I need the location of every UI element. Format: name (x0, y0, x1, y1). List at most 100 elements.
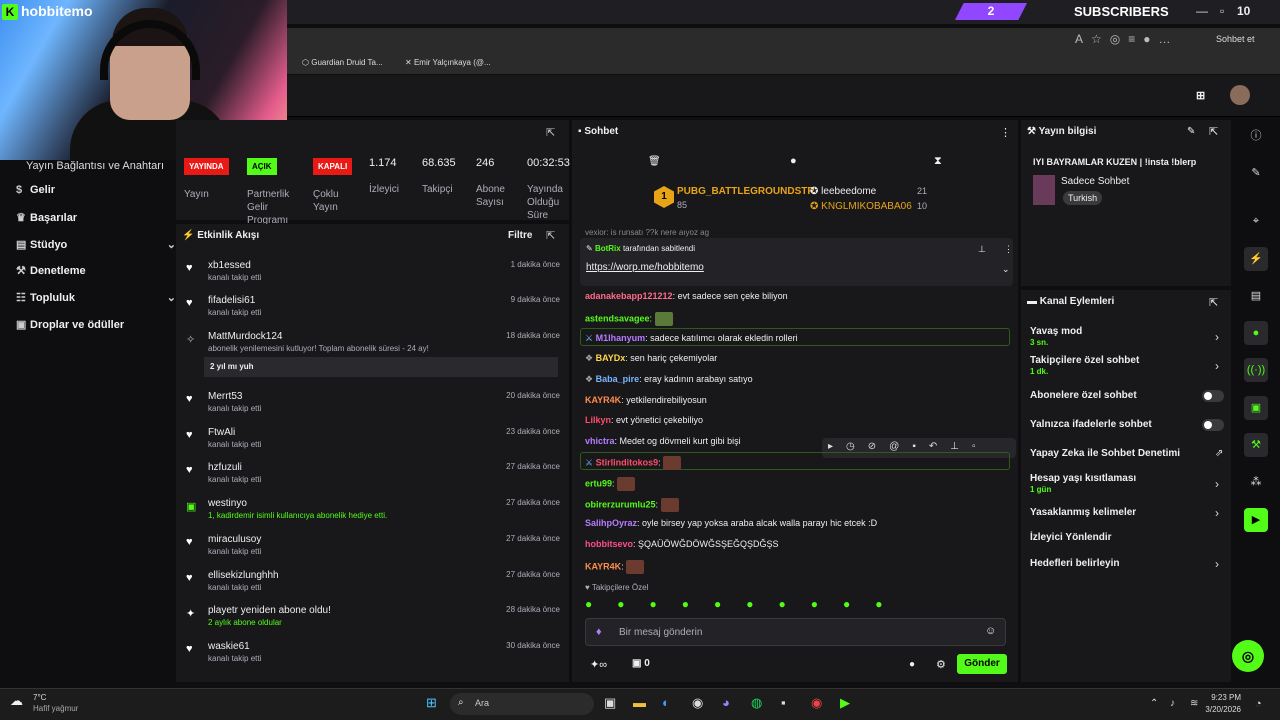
emote[interactable]: ● (714, 597, 746, 611)
emote[interactable]: ● (650, 597, 682, 611)
subscribers-only-option[interactable]: Abonelere özel sohbet (1030, 390, 1137, 401)
chat-message[interactable]: adanakebapp121212: evt sadece sen çeke b… (585, 291, 788, 301)
account-age-option[interactable]: Hesap yaşı kısıtlaması (1030, 473, 1136, 484)
chat-settings-bubble-icon[interactable]: ● (909, 659, 915, 670)
emotes-only-option[interactable]: Yalnızca ifadelerle sohbet (1030, 419, 1152, 430)
chevron-right-icon[interactable]: › (1215, 330, 1219, 344)
undo-icon[interactable]: ↶ (929, 441, 950, 452)
chevron-right-icon[interactable]: › (1215, 557, 1219, 571)
hourglass-icon[interactable]: ⧗ (934, 155, 942, 168)
chat-message[interactable]: Lilkyn: evt yönetici çekebiliyo (585, 415, 703, 425)
ban-icon[interactable]: ⊘ (868, 441, 889, 452)
chat-message[interactable]: ❖ Baba_pire: eray kadının arabayı satıyo (585, 374, 753, 385)
sidebar-title[interactable]: Yayın Bağlantısı ve Anahtarı (26, 160, 164, 172)
obs-icon[interactable]: ◉ (811, 695, 822, 711)
stats-dock-icon[interactable]: ▣ (1244, 396, 1268, 420)
notification-icon[interactable]: ◔ (1255, 698, 1262, 710)
document-icon[interactable]: ▤ (1244, 284, 1268, 308)
avatar[interactable] (1230, 85, 1250, 105)
video-dock-icon[interactable]: ▶ (1244, 508, 1268, 532)
edit-icon[interactable]: ✎ (1244, 161, 1268, 185)
discord-icon[interactable]: ◕ (722, 695, 730, 710)
chat-message[interactable]: ⚔ M1lhanyum: sadece katılımcı olarak ekl… (585, 333, 798, 344)
emote[interactable]: ● (811, 597, 843, 611)
chat-message[interactable]: astendsavagee: (585, 312, 673, 326)
app-icon[interactable]: ▪ (781, 695, 786, 710)
delete-icon[interactable]: ▪ (912, 441, 929, 452)
folder-icon[interactable]: ▬ (633, 695, 646, 710)
pin-icon[interactable]: ⊥ (978, 244, 986, 255)
more-icon[interactable]: ⋮ (1000, 126, 1011, 139)
profile-icon[interactable]: ● (1143, 32, 1158, 46)
activity-bolt-icon[interactable]: ⚡ (1244, 247, 1268, 271)
banned-words-option[interactable]: Yasaklanmış kelimeler (1030, 507, 1136, 518)
ai-moderation-option[interactable]: Yapay Zeka ile Sohbet Denetimi (1030, 448, 1180, 459)
goals-option[interactable]: Hedefleri belirleyin (1030, 558, 1119, 569)
send-button[interactable]: Gönder (957, 654, 1007, 674)
chevron-down-icon[interactable]: ⌄ (1002, 264, 1010, 275)
support-button[interactable]: ◎ (1232, 640, 1264, 672)
chat-message[interactable]: hobbitsevo: ŞQAÜÖWĞDÖWĞSŞEĞQŞDĞŞS (585, 539, 779, 549)
sidebar-item-topluluk[interactable]: ☷ Topluluk ⌄ (16, 291, 176, 304)
more-icon[interactable]: ⋮ (1004, 244, 1013, 255)
extensions-icon[interactable]: ◎ (1110, 32, 1128, 46)
trash-icon[interactable]: ▫ (972, 441, 989, 452)
emote[interactable]: ● (617, 597, 649, 611)
tray-chevron-icon[interactable]: ⌃ (1150, 698, 1158, 709)
chat-message[interactable]: ⚔ Stirlinditokos9: (585, 456, 682, 470)
popout-icon[interactable]: ⇱ (1209, 296, 1218, 309)
pin-icon[interactable]: ⊥ (950, 441, 972, 452)
browser-toolbar-icons[interactable]: A☆◎≡●… (1075, 32, 1179, 46)
chat-message[interactable]: obirerzurumlu25: (585, 498, 679, 512)
edge-icon[interactable]: ◐ (662, 695, 670, 710)
chevron-right-icon[interactable]: › (1215, 477, 1219, 491)
kick-app-icon[interactable]: ▶ (840, 695, 850, 711)
gift-counter[interactable]: ▣ 0 (632, 658, 650, 669)
chevron-down-icon[interactable]: ⌄ (167, 238, 176, 251)
popout-icon[interactable]: ⇱ (546, 229, 555, 242)
chat-message[interactable]: SalihpOyraz: oyle birsey yap yoksa araba… (585, 518, 877, 528)
window-controls[interactable]: — ▫ (1196, 4, 1236, 18)
steam-icon[interactable]: ◉ (692, 695, 703, 711)
more-icon[interactable]: … (1159, 32, 1179, 46)
subscribers-only-toggle[interactable] (1202, 390, 1224, 402)
points-icon[interactable]: ✦∞ (590, 658, 607, 671)
gear-icon[interactable]: ⚙ (936, 658, 946, 671)
emote[interactable]: ● (585, 597, 617, 611)
external-link-icon[interactable]: ⇗ (1215, 448, 1223, 459)
sidebar-item-gelir[interactable]: $ Gelir (16, 184, 55, 196)
chat-message[interactable]: KAYR4K: (585, 560, 645, 574)
weather-icon[interactable]: ☁ (10, 693, 23, 709)
copilot-chat-button[interactable]: Sohbet et (1216, 34, 1255, 44)
bookmark-guardian[interactable]: ⬡ Guardian Druid Ta... (302, 58, 383, 67)
camera-icon[interactable]: ⌖ (1244, 209, 1268, 233)
mic-icon[interactable]: ♦ (596, 626, 602, 638)
emote[interactable]: ● (746, 597, 778, 611)
info-icon[interactable]: ⓘ (1244, 124, 1268, 148)
timeout-icon[interactable]: ◷ (846, 441, 868, 452)
popout-icon[interactable]: ⇱ (546, 126, 555, 139)
chat-message[interactable]: ertu99: (585, 477, 636, 491)
restore-icon[interactable]: ▫ (1220, 4, 1224, 18)
slow-mode-option[interactable]: Yavaş mod (1030, 326, 1082, 337)
chat-input-placeholder[interactable]: Bir mesaj gönderin (619, 627, 702, 638)
star-icon[interactable]: ☆ (1091, 32, 1110, 46)
chat-message[interactable]: KAYR4K: yetkilendirebiliyosun (585, 395, 707, 405)
chevron-right-icon[interactable]: › (1215, 506, 1219, 520)
emote[interactable]: ● (843, 597, 875, 611)
sidebar-item-studyo[interactable]: ▤ Stüdyo ⌄ (16, 238, 176, 251)
emoji-icon[interactable]: ☺ (985, 625, 996, 637)
chat-dock-icon[interactable]: ● (1244, 321, 1268, 345)
emote[interactable]: ● (779, 597, 811, 611)
chat-icon[interactable]: ● (790, 155, 797, 167)
chat-message[interactable]: ❖ BAYDx: sen hariç çekemiyolar (585, 353, 717, 364)
filter-button[interactable]: Filtre (508, 230, 532, 241)
emote-bar[interactable]: ●●●●●●●●●● (585, 597, 1005, 613)
mention-icon[interactable]: @ (889, 441, 912, 452)
sidebar-item-denetleme[interactable]: ⚒ Denetleme (16, 264, 86, 277)
host-option[interactable]: İzleyici Yönlendir (1030, 532, 1112, 543)
emote[interactable]: ● (875, 597, 907, 611)
chat-message[interactable]: vhictra: Medet og dövmeli kurt gibi bişi (585, 436, 741, 446)
sidebar-item-droplar[interactable]: ▣ Droplar ve ödüller (16, 318, 124, 331)
taskview-icon[interactable]: ▣ (604, 695, 616, 711)
